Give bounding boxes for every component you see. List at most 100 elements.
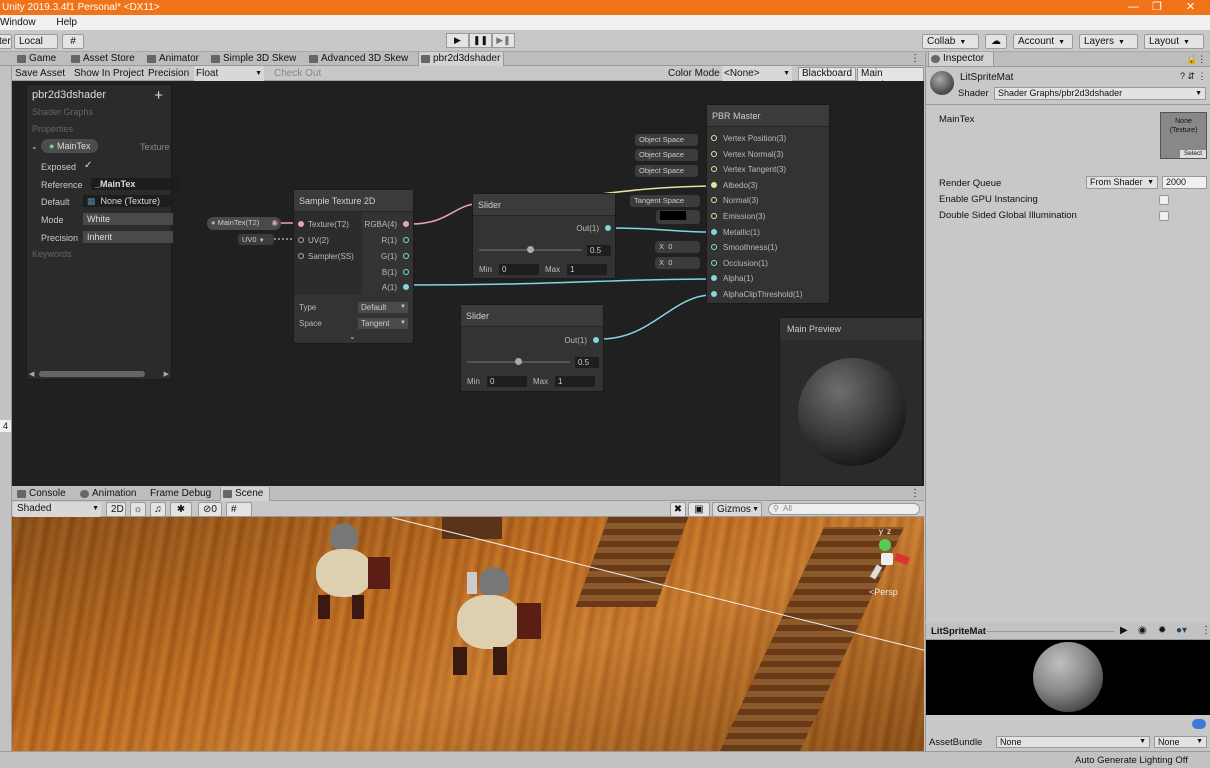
input-port-uv[interactable]: UV(2) [308,236,329,245]
restore-icon[interactable]: ❐ [1152,0,1162,15]
tab-asset-store[interactable]: Asset Store [69,52,145,66]
default-texture-field[interactable]: ▦ None (Texture) [83,195,173,207]
occlusion-field[interactable]: X 0 [655,257,700,269]
output-port-g[interactable]: G(1) [381,252,397,261]
persp-label[interactable]: <Persp [869,587,898,597]
blackboard-toggle[interactable]: Blackboard [798,67,857,81]
master-input-port[interactable]: Normal(3) [723,196,759,205]
vertex-position-space[interactable]: Object Space [635,134,698,146]
preview-badge-icon[interactable] [1192,719,1206,729]
shader-dropdown[interactable]: Shader Graphs/pbr2d3dshader ▼ [994,87,1206,100]
slider-output-port[interactable]: Out(1) [564,336,587,345]
master-input-port[interactable]: Albedo(3) [723,181,758,190]
grid-toggle-icon[interactable]: # [226,502,252,517]
layers-dropdown[interactable]: Layers ▼ [1079,34,1138,49]
port-dot-icon[interactable] [403,284,409,290]
tab-menu-icon[interactable]: ⋮ [906,487,922,501]
port-dot-icon[interactable] [605,225,611,231]
help-icon[interactable]: ? ⇵ ⋮ [1180,71,1207,82]
gizmos-dropdown[interactable]: Gizmos ▼ [712,502,762,517]
main-preview-panel[interactable]: Main Preview [779,317,923,486]
vertex-normal-space[interactable]: Object Space [635,149,698,161]
gizmo-x-axis[interactable] [894,552,910,566]
check-out-button[interactable]: Check Out [274,66,321,81]
output-port-icon[interactable]: ◉ [271,217,278,229]
audio-toggle-icon[interactable]: ♫ [150,502,166,517]
shading-mode-dropdown[interactable]: Shaded ▼ [13,502,101,517]
local-toggle[interactable]: Local [14,34,58,49]
scene-view[interactable]: y z <Persp [12,517,924,751]
close-icon[interactable]: ✕ [1186,0,1195,15]
port-dot-icon[interactable] [711,259,717,266]
tab-scene[interactable]: Scene [220,487,270,501]
port-dot-icon[interactable] [403,253,409,259]
account-dropdown[interactable]: Account ▼ [1013,34,1073,49]
maintex-property-node[interactable]: ● MainTex(T2) ◉ [207,217,281,230]
max-field[interactable]: 1 [555,376,595,387]
scene-search-input[interactable]: ⚲ All [768,503,920,515]
smoothness-field[interactable]: X 0 [655,241,700,253]
tab-simple-3d-skew[interactable]: Simple 3D Skew [209,52,305,66]
cloud-icon[interactable]: ☁ [985,34,1007,49]
tab-console[interactable]: Console [15,487,75,501]
pbr-master-node[interactable]: PBR Master Vertex Position(3) Vertex Norm… [706,104,830,304]
save-asset-button[interactable]: Save Asset [15,66,65,81]
port-dot-icon[interactable] [711,166,717,173]
scene-orientation-gizmo[interactable]: y z [865,525,915,585]
pause-icon[interactable]: ❚❚ [469,33,492,48]
slider-thumb[interactable] [515,358,522,365]
input-port-sampler[interactable]: Sampler(SS) [308,252,354,261]
texture-select-button[interactable]: Select [1180,150,1206,158]
preview-shape-icon[interactable]: ●▾ [1176,625,1187,636]
vertex-tangent-space[interactable]: Object Space [635,165,698,177]
output-port-r[interactable]: R(1) [381,236,397,245]
blackboard-scrollbar[interactable] [39,371,145,377]
mode-dropdown[interactable]: White [83,213,173,225]
port-dot-icon[interactable] [711,181,717,188]
slider-node-1[interactable]: Slider Out(1) 0.5 Min 0 Max 1 [472,193,616,279]
collapse-chevron-icon[interactable]: ⌄ [349,332,356,341]
assetbundle-dropdown[interactable]: None ▼ [996,736,1150,748]
preview-menu-icon[interactable]: ⋮ [1201,625,1210,636]
port-dot-icon[interactable] [298,253,304,259]
tab-frame-debug[interactable]: Frame Debug [136,487,220,501]
port-dot-icon[interactable] [711,275,717,282]
slider-value-field[interactable]: 0.5 [587,245,611,256]
master-input-port[interactable]: Alpha(1) [723,274,753,283]
menu-window[interactable]: Window [0,17,36,28]
input-port-texture[interactable]: Texture(T2) [308,220,349,229]
property-pill-maintex[interactable]: ● MainTex [41,139,99,153]
master-input-port[interactable]: Vertex Tangent(3) [723,165,786,174]
tab-pbr2d3dshader[interactable]: pbr2d3dshader [418,52,504,66]
min-field[interactable]: 0 [499,264,539,275]
master-input-port[interactable]: Vertex Normal(3) [723,150,783,159]
slider-node-2[interactable]: Slider Out(1) 0.5 Min 0 Max 1 [460,304,604,392]
preview-sphere-icon[interactable]: ◉ [1138,625,1147,636]
tab-inspector[interactable]: Inspector [928,52,994,66]
precision-dropdown[interactable]: Inherit [83,231,173,243]
master-input-port[interactable]: Smoothness(1) [723,243,777,252]
max-field[interactable]: 1 [567,264,607,275]
slider-output-port[interactable]: Out(1) [576,224,599,233]
sample-texture-2d-node[interactable]: Sample Texture 2D Texture(T2) UV(2) Samp… [293,189,414,344]
output-port-rgba[interactable]: RGBA(4) [365,220,397,229]
minimize-icon[interactable]: — [1128,0,1139,15]
exposed-checkbox[interactable]: ✓ [84,160,92,171]
double-sided-gi-checkbox[interactable] [1159,211,1169,221]
lock-icon[interactable]: 🔒⋮ [1184,52,1208,66]
slider-value-field[interactable]: 0.5 [575,357,599,368]
scroll-right-icon[interactable]: ▶ [164,370,169,378]
master-input-port[interactable]: AlphaClipThreshold(1) [723,290,803,299]
show-in-project-button[interactable]: Show In Project [74,66,144,81]
type-dropdown[interactable]: Default ▼ [358,302,408,313]
tab-animator[interactable]: Animator [145,52,209,66]
gpu-instancing-checkbox[interactable] [1159,195,1169,205]
port-dot-icon[interactable] [711,228,717,235]
uv-channel-dropdown[interactable]: UV0 ▼ [238,234,274,245]
port-dot-icon[interactable] [711,213,717,219]
port-dot-icon[interactable] [711,135,717,141]
toolbar-left-button[interactable]: ter [0,34,12,49]
port-dot-icon[interactable] [593,337,599,343]
master-input-port[interactable]: Occlusion(1) [723,259,768,268]
gizmo-y-axis[interactable] [879,539,891,551]
